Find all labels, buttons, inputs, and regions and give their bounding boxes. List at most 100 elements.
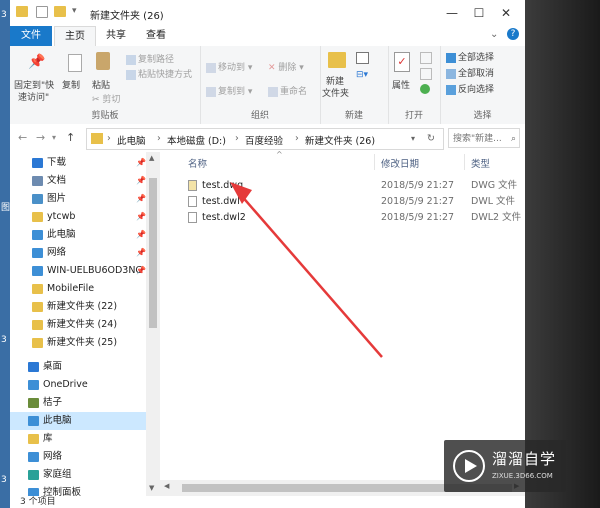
search-icon: ⌕: [510, 134, 516, 144]
cut-button[interactable]: ✂ 剪切: [92, 92, 120, 105]
search-input[interactable]: 搜索"新建... ⌕: [448, 128, 520, 148]
nav-item[interactable]: 新建文件夹 (22): [10, 298, 146, 316]
pin-icon[interactable]: 📌: [136, 190, 146, 208]
clipboard-group-label: 剪贴板: [91, 111, 119, 121]
nav-item[interactable]: 网络 📌: [10, 244, 146, 262]
back-button[interactable]: ←: [18, 131, 27, 144]
navigation-scrollbar[interactable]: ▲ ▼: [146, 152, 160, 496]
explorer-window: ▾ 新建文件夹 (26) — ☐ ✕ 文件 主页 共享 查看 ⌄ ? 📌 固定到…: [10, 0, 525, 508]
open-icon[interactable]: [420, 52, 432, 64]
nav-item[interactable]: 文档 📌: [10, 172, 146, 190]
nav-item[interactable]: 桌面: [10, 358, 146, 376]
copy-to-icon: [206, 86, 216, 97]
copy-to-button[interactable]: 复制到 ▾: [206, 84, 252, 97]
breadcrumb-local-disk[interactable]: 本地磁盘 (D:): [167, 133, 226, 147]
breadcrumb-separator-icon[interactable]: ›: [107, 133, 111, 144]
new-folder-quick-icon[interactable]: [54, 6, 66, 17]
maximize-button[interactable]: ☐: [465, 4, 493, 22]
nav-item[interactable]: 网络: [10, 448, 146, 466]
tab-view[interactable]: 查看: [136, 26, 176, 46]
breadcrumb-baidu-jingyan[interactable]: 百度经验: [245, 133, 283, 147]
nav-item-icon: [32, 266, 43, 276]
nav-item-label: MobileFile: [47, 283, 95, 294]
delete-button[interactable]: ✕ 删除 ▾: [268, 60, 304, 73]
forward-button[interactable]: →: [36, 131, 45, 144]
address-bar[interactable]: › 此电脑 › 本地磁盘 (D:) › 百度经验 › 新建文件夹 (26) ▾ …: [86, 128, 444, 150]
address-dropdown-chevron-icon[interactable]: ▾: [411, 134, 415, 143]
paste-shortcut-button[interactable]: 粘贴快捷方式: [126, 67, 192, 80]
nav-item[interactable]: MobileFile: [10, 280, 146, 298]
pin-icon[interactable]: 📌: [136, 172, 146, 190]
copy-path-button[interactable]: 复制路径: [126, 52, 174, 65]
chevron-down-icon[interactable]: ⌄: [490, 29, 498, 40]
easy-access-icon[interactable]: ⊟▾: [356, 70, 368, 80]
chevron-down-icon[interactable]: ▾: [72, 6, 77, 16]
nav-item[interactable]: 新建文件夹 (24): [10, 316, 146, 334]
nav-item-label: 新建文件夹 (24): [47, 319, 118, 330]
status-bar: 3 个项目: [10, 496, 525, 508]
nav-item-icon: [32, 194, 43, 204]
pin-icon[interactable]: 📌: [136, 244, 146, 262]
tab-share[interactable]: 共享: [96, 26, 136, 46]
watermark-brand: 溜溜自学: [492, 450, 557, 468]
nav-item-label: 库: [43, 433, 53, 444]
desktop-edge-strip: 3 图 3 3: [0, 0, 10, 508]
folder-icon: [16, 6, 28, 17]
pin-icon[interactable]: 📌: [136, 226, 146, 244]
nav-item-label: 新建文件夹 (25): [47, 337, 118, 348]
nav-item-label: 图片: [47, 193, 67, 204]
nav-item[interactable]: 此电脑: [10, 412, 146, 430]
pin-icon[interactable]: 📌: [136, 262, 146, 280]
nav-item[interactable]: 控制面板: [10, 484, 146, 496]
select-all-button[interactable]: 全部选择: [446, 50, 494, 63]
nav-item[interactable]: 图片 📌: [10, 190, 146, 208]
navigation-pane: 下载 📌 文档 📌 图片 📌 ytcwb 📌 此电脑 📌 网络 📌 WIN-UELBU6OD3NC 📌 Mo…: [10, 152, 160, 496]
move-to-icon: [206, 62, 216, 73]
nav-item[interactable]: 下载 📌: [10, 154, 146, 172]
copy-button[interactable]: 复制: [62, 78, 80, 91]
history-icon[interactable]: [420, 84, 430, 94]
nav-item[interactable]: 此电脑 📌: [10, 226, 146, 244]
pin-icon[interactable]: 📌: [136, 208, 146, 226]
breadcrumb-current-folder[interactable]: 新建文件夹 (26): [305, 133, 375, 147]
properties-quick-icon[interactable]: [36, 6, 48, 18]
navigation-scrollbar-thumb[interactable]: [149, 178, 157, 328]
up-button[interactable]: ↑: [66, 131, 75, 144]
ribbon-tabs: 文件 主页 共享 查看 ⌄ ?: [10, 26, 525, 48]
scroll-left-arrow-icon[interactable]: ◀: [164, 482, 169, 490]
nav-item[interactable]: ytcwb 📌: [10, 208, 146, 226]
recent-locations-chevron-icon[interactable]: ▾: [52, 133, 56, 142]
breadcrumb-separator-icon[interactable]: ›: [295, 133, 299, 144]
move-to-button[interactable]: 移动到 ▾: [206, 60, 252, 73]
new-folder-icon: [328, 52, 346, 68]
tab-file[interactable]: 文件: [10, 26, 52, 46]
pin-icon[interactable]: 📌: [136, 154, 146, 172]
refresh-icon[interactable]: ↻: [427, 133, 435, 144]
scroll-up-arrow-icon[interactable]: ▲: [149, 154, 154, 162]
minimize-button[interactable]: —: [438, 4, 466, 22]
close-button[interactable]: ✕: [492, 4, 520, 22]
nav-item[interactable]: WIN-UELBU6OD3NC 📌: [10, 262, 146, 280]
breadcrumb-this-pc[interactable]: 此电脑: [117, 133, 146, 147]
invert-selection-button[interactable]: 反向选择: [446, 82, 494, 95]
nav-item[interactable]: 库: [10, 430, 146, 448]
nav-item[interactable]: 新建文件夹 (25): [10, 334, 146, 352]
copy-icon: [68, 54, 82, 72]
scroll-down-arrow-icon[interactable]: ▼: [149, 484, 154, 492]
nav-item[interactable]: 桔子: [10, 394, 146, 412]
edit-icon[interactable]: [420, 68, 432, 80]
nav-item-icon: [32, 158, 43, 168]
nav-item-icon: [32, 320, 43, 330]
nav-item-icon: [28, 362, 39, 372]
new-item-icon[interactable]: [356, 52, 369, 64]
breadcrumb-separator-icon[interactable]: ›: [157, 133, 161, 144]
tab-home[interactable]: 主页: [54, 26, 96, 48]
breadcrumb-separator-icon[interactable]: ›: [235, 133, 239, 144]
nav-item[interactable]: 家庭组: [10, 466, 146, 484]
help-icon[interactable]: ?: [507, 28, 519, 40]
nav-item[interactable]: OneDrive: [10, 376, 146, 394]
rename-button[interactable]: 重命名: [268, 84, 307, 97]
paste-button[interactable]: 粘贴: [92, 78, 110, 91]
properties-button[interactable]: 属性: [392, 78, 410, 91]
select-none-button[interactable]: 全部取消: [446, 66, 494, 79]
